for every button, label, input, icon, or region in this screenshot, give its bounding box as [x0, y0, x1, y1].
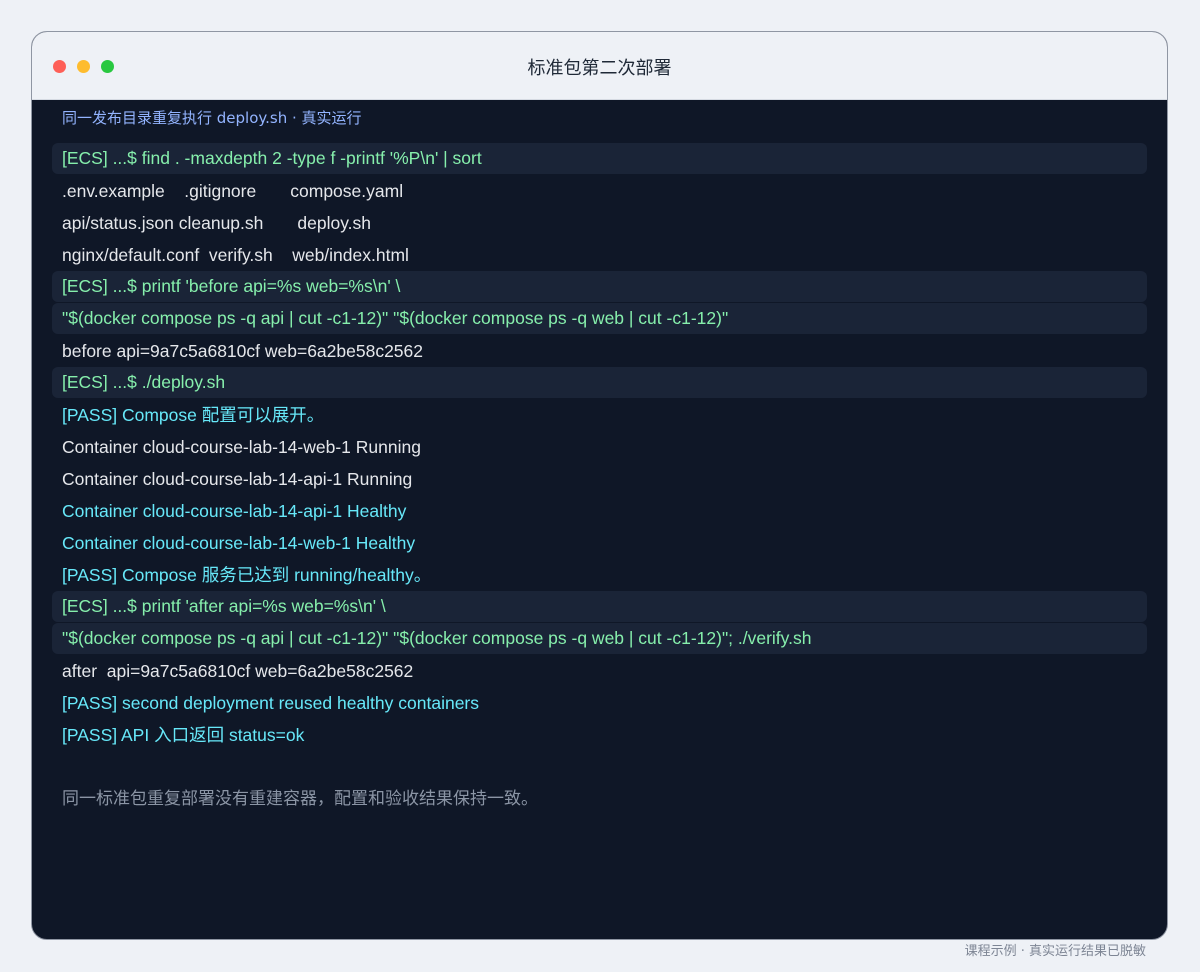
terminal-output: [ECS] ...$ find . -maxdepth 2 -type f -p… [52, 143, 1147, 751]
command-line: "$(docker compose ps -q api | cut -c1-12… [52, 623, 1147, 654]
window-titlebar: 标准包第二次部署 [32, 32, 1167, 100]
command-line: [ECS] ...$ printf 'before api=%s web=%s\… [52, 271, 1147, 302]
output-line: api/status.json cleanup.sh deploy.sh [62, 213, 372, 233]
command-line: [ECS] ...$ find . -maxdepth 2 -type f -p… [52, 143, 1147, 174]
output-line: .env.example .gitignore compose.yaml [62, 181, 404, 201]
pass-line: [PASS] second deployment reused healthy … [62, 693, 480, 713]
pass-line: [PASS] Compose 服务已达到 running/healthy。 [62, 565, 432, 585]
terminal-window: 标准包第二次部署 同一发布目录重复执行 deploy.sh · 真实运行 [EC… [31, 31, 1168, 940]
pass-line: Container cloud-course-lab-14-api-1 Heal… [62, 501, 407, 521]
command-line: "$(docker compose ps -q api | cut -c1-12… [52, 303, 1147, 334]
output-line: Container cloud-course-lab-14-api-1 Runn… [62, 469, 413, 489]
window-title: 标准包第二次部署 [527, 58, 672, 79]
output-line: after api=9a7c5a6810cf web=6a2be58c2562 [62, 661, 414, 681]
pass-line: [PASS] Compose 配置可以展开。 [62, 405, 325, 425]
pass-line: Container cloud-course-lab-14-web-1 Heal… [62, 533, 416, 553]
page-caption: 课程示例 · 真实运行结果已脱敏 [964, 944, 1146, 959]
output-line: nginx/default.conf verify.sh web/index.h… [62, 245, 409, 265]
command-line: [ECS] ...$ ./deploy.sh [52, 367, 1147, 398]
pass-line: [PASS] API 入口返回 status=ok [62, 725, 305, 745]
terminal-content: 同一发布目录重复执行 deploy.sh · 真实运行 [ECS] ...$ f… [32, 100, 1167, 811]
summary-note: 同一标准包重复部署没有重建容器，配置和验收结果保持一致。 [62, 789, 538, 809]
output-line: before api=9a7c5a6810cf web=6a2be58c2562 [62, 341, 424, 361]
output-line: Container cloud-course-lab-14-web-1 Runn… [62, 437, 421, 457]
terminal-subtitle: 同一发布目录重复执行 deploy.sh · 真实运行 [62, 109, 362, 127]
command-line: [ECS] ...$ printf 'after api=%s web=%s\n… [52, 591, 1147, 622]
